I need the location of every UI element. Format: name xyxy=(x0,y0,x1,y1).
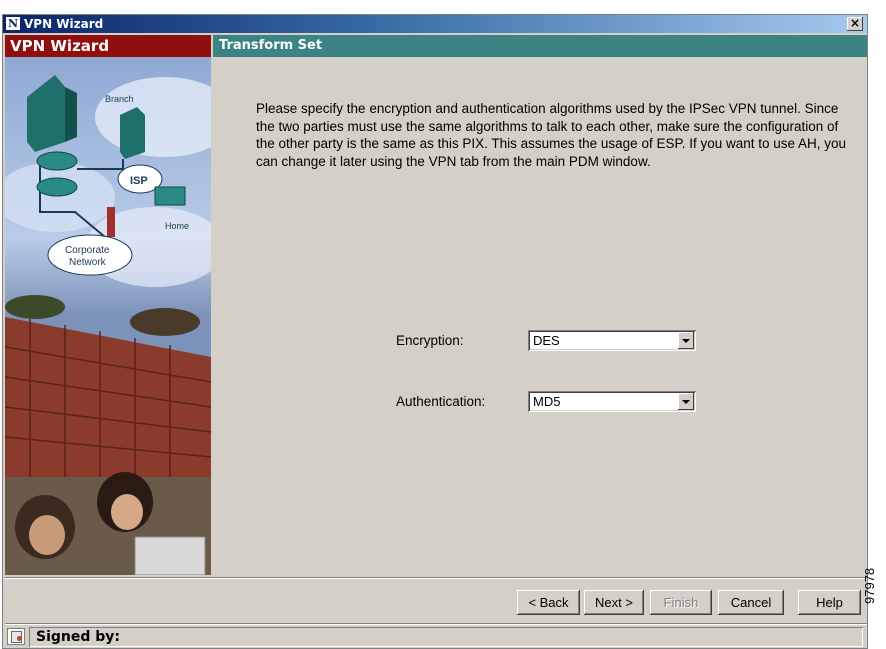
signed-by-label: Signed by: xyxy=(36,629,121,645)
svg-text:ISP: ISP xyxy=(130,175,148,187)
title-bar: N VPN Wizard × xyxy=(3,15,867,33)
figure-id: 97978 xyxy=(862,567,877,604)
svg-text:Branch: Branch xyxy=(105,94,134,104)
wizard-illustration: ISP Corporate Network Branch Home xyxy=(5,57,211,575)
authentication-label: Authentication: xyxy=(396,394,486,409)
button-divider xyxy=(5,577,867,579)
close-icon[interactable]: × xyxy=(847,17,863,31)
instructions-text: Please specify the encryption and authen… xyxy=(256,101,847,169)
encryption-label: Encryption: xyxy=(396,333,464,348)
certificate-icon xyxy=(7,628,25,645)
help-button[interactable]: Help xyxy=(798,590,861,615)
chevron-down-icon[interactable] xyxy=(678,332,694,349)
chevron-down-icon[interactable] xyxy=(678,393,694,410)
authentication-select[interactable]: MD5 xyxy=(528,391,696,412)
back-button[interactable]: < Back xyxy=(517,590,580,615)
page-title: Transform Set xyxy=(213,35,867,57)
status-divider xyxy=(5,623,867,625)
finish-button: Finish xyxy=(650,590,712,615)
signed-by-panel: Signed by: xyxy=(29,627,863,647)
encryption-value: DES xyxy=(533,333,560,348)
wizard-content: Please specify the encryption and authen… xyxy=(213,57,867,575)
window-title: VPN Wizard xyxy=(24,17,104,31)
sidebar-header: VPN Wizard xyxy=(5,35,211,57)
app-icon: N xyxy=(6,17,20,30)
svg-text:Network: Network xyxy=(69,257,107,268)
status-bar: Signed by: xyxy=(5,626,867,648)
next-button[interactable]: Next > xyxy=(584,590,644,615)
cancel-button[interactable]: Cancel xyxy=(718,590,784,615)
encryption-select[interactable]: DES xyxy=(528,330,696,351)
svg-text:Home: Home xyxy=(165,221,189,231)
vpn-wizard-window: N VPN Wizard × VPN Wizard Transform Set xyxy=(2,14,868,649)
svg-text:Corporate: Corporate xyxy=(65,245,110,256)
authentication-value: MD5 xyxy=(533,394,561,409)
